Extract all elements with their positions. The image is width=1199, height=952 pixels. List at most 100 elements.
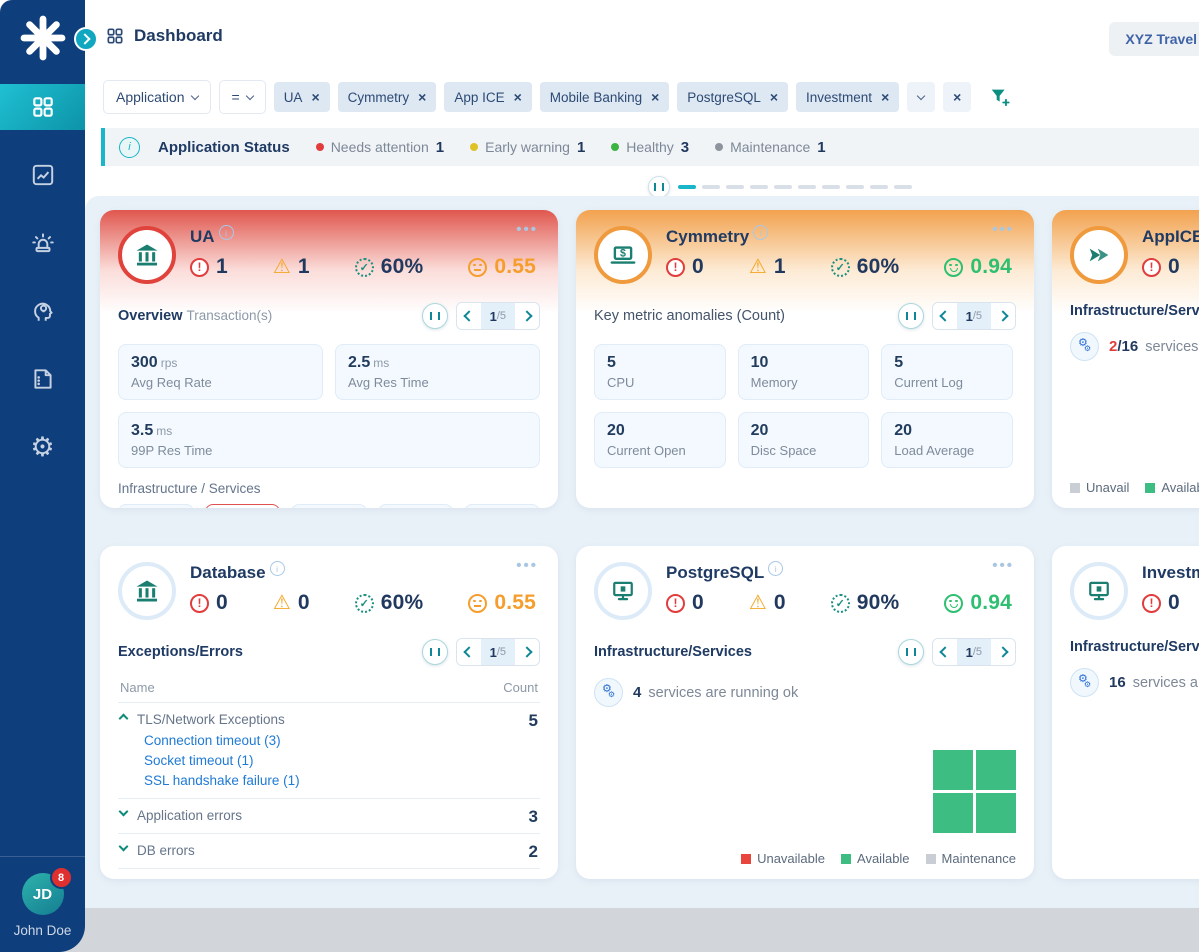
sidebar-item-dashboard[interactable] (0, 84, 85, 130)
info-icon[interactable]: i (768, 561, 783, 576)
filter-operator-select[interactable]: = (219, 80, 266, 114)
card-appice[interactable]: AppICEi !0 Infrastructure/Services ⚙⚙ 2/… (1052, 210, 1199, 508)
service-db[interactable]: 1DB (291, 504, 367, 508)
service-web[interactable]: 1Web (118, 504, 194, 508)
filter-chip-cymmetry[interactable]: Cymmetry× (338, 82, 437, 112)
card-menu-button[interactable]: ••• (986, 220, 1020, 239)
carousel-pause-button[interactable] (648, 176, 670, 198)
metric-99p-res-time[interactable]: 3.5ms99P Res Time (118, 412, 540, 468)
pager-next-button[interactable] (991, 303, 1015, 329)
pager-next-button[interactable] (991, 639, 1015, 665)
card-pause-button[interactable] (898, 303, 924, 329)
sidebar-item-reports[interactable] (0, 356, 85, 402)
sidebar-item-settings[interactable]: ⚙ (0, 424, 85, 470)
pause-icon (430, 312, 440, 320)
carousel-dash[interactable] (822, 185, 840, 189)
gears-icon: ⚙⚙ (594, 678, 623, 707)
filter-chip-postgresql[interactable]: PostgreSQL× (677, 82, 788, 112)
exception-link[interactable]: Connection timeout (3) (144, 733, 538, 748)
pager-next-button[interactable] (515, 303, 539, 329)
pager-prev-button[interactable] (457, 303, 481, 329)
info-icon[interactable]: i (753, 225, 768, 240)
pager-prev-button[interactable] (933, 639, 957, 665)
filter-chip-app-ice[interactable]: App ICE× (444, 82, 531, 112)
card-pause-button[interactable] (422, 639, 448, 665)
pager-current: 1 (490, 309, 497, 324)
metric-avg-req-rate[interactable]: 300rpsAvg Req Rate (118, 344, 323, 400)
service-host[interactable]: 1Host (378, 504, 454, 508)
card-investment[interactable]: Investmenti !0 Infrastructure/Services ⚙… (1052, 546, 1199, 879)
metric-memory[interactable]: 10Memory (738, 344, 870, 400)
card-pause-button[interactable] (898, 639, 924, 665)
chevron-down-icon[interactable] (119, 807, 129, 817)
card-menu-button[interactable]: ••• (510, 220, 544, 239)
chevron-right-icon (521, 646, 532, 657)
service-app[interactable]: !2App (205, 504, 281, 508)
sidebar-item-analytics[interactable] (0, 152, 85, 198)
carousel-dash[interactable] (702, 185, 720, 189)
close-icon[interactable]: × (418, 90, 426, 104)
carousel-dash[interactable] (846, 185, 864, 189)
carousel-dash[interactable] (894, 185, 912, 189)
service-microservice[interactable]: 1Micro s.. (464, 504, 540, 508)
metric-disc-space[interactable]: 20Disc Space (738, 412, 870, 468)
close-icon[interactable]: × (770, 90, 778, 104)
close-icon[interactable]: × (651, 90, 659, 104)
table-row[interactable]: DB errors2 (118, 834, 540, 869)
card-postgresql[interactable]: ••• PostgreSQLi !0 ⚠0 ✓90% 0.94 (576, 546, 1034, 879)
pager-next-button[interactable] (515, 639, 539, 665)
filter-chip-ua[interactable]: UA× (274, 82, 330, 112)
filter-field-select[interactable]: Application (103, 80, 211, 114)
head-gear-icon (30, 298, 56, 324)
carousel-dash[interactable] (678, 185, 696, 189)
metric-load-average[interactable]: 20Load Average (881, 412, 1013, 468)
close-icon[interactable]: × (514, 90, 522, 104)
clear-filters-button[interactable]: × (943, 82, 971, 112)
chevron-up-icon[interactable] (119, 714, 129, 724)
metric-current-open[interactable]: 20Current Open (594, 412, 726, 468)
pager-prev-button[interactable] (457, 639, 481, 665)
sidebar-collapse-button[interactable] (74, 27, 98, 51)
available-cell[interactable] (976, 793, 1016, 833)
filter-more-dropdown[interactable] (907, 82, 935, 112)
carousel-dash[interactable] (774, 185, 792, 189)
add-filter-funnel-icon[interactable] (989, 86, 1011, 108)
card-database[interactable]: ••• Databasei !0 ⚠0 ✓60% 0.55 (100, 546, 558, 879)
sidebar-item-ai-insights[interactable] (0, 288, 85, 334)
exception-link[interactable]: SSL handshake failure (1) (144, 773, 538, 788)
metric-cpu[interactable]: 5CPU (594, 344, 726, 400)
filter-chip-mobile-banking[interactable]: Mobile Banking× (540, 82, 670, 112)
pause-icon (430, 648, 440, 656)
available-cell[interactable] (976, 750, 1016, 790)
filter-chip-investment[interactable]: Investment× (796, 82, 899, 112)
available-cell[interactable] (933, 750, 973, 790)
close-icon[interactable]: × (311, 90, 319, 104)
metric-current-log[interactable]: 5Current Log (881, 344, 1013, 400)
carousel-dash[interactable] (750, 185, 768, 189)
card-cymmetry[interactable]: ••• $ Cymmetryi !0 ⚠1 ✓60% 0.94 (576, 210, 1034, 508)
info-icon[interactable]: i (219, 225, 234, 240)
user-block[interactable]: JD 8 John Doe (0, 856, 85, 952)
card-pause-button[interactable] (422, 303, 448, 329)
sidebar-item-alerts[interactable] (0, 220, 85, 266)
table-row[interactable]: TLS/Network Exceptions5 Connection timeo… (118, 703, 540, 799)
available-cell[interactable] (933, 793, 973, 833)
card-menu-button[interactable]: ••• (510, 556, 544, 575)
exception-link[interactable]: Socket timeout (1) (144, 753, 538, 768)
section-subtitle: Transaction(s) (187, 308, 273, 323)
carousel-dash[interactable] (870, 185, 888, 189)
smile-face-icon (944, 258, 963, 277)
chevron-left-icon (939, 310, 950, 321)
card-ua[interactable]: ••• UAi !1 ⚠1 ✓60% 0.55 (100, 210, 558, 508)
pager-prev-button[interactable] (933, 303, 957, 329)
table-row[interactable]: Application errors3 (118, 799, 540, 834)
carousel-dash[interactable] (798, 185, 816, 189)
chevron-right-icon (997, 310, 1008, 321)
close-icon[interactable]: × (881, 90, 889, 104)
info-icon[interactable]: i (270, 561, 285, 576)
carousel-dash[interactable] (726, 185, 744, 189)
org-switcher-button[interactable]: XYZ Travel (1109, 22, 1199, 56)
card-menu-button[interactable]: ••• (986, 556, 1020, 575)
chevron-down-icon[interactable] (119, 842, 129, 852)
metric-avg-res-time[interactable]: 2.5msAvg Res Time (335, 344, 540, 400)
